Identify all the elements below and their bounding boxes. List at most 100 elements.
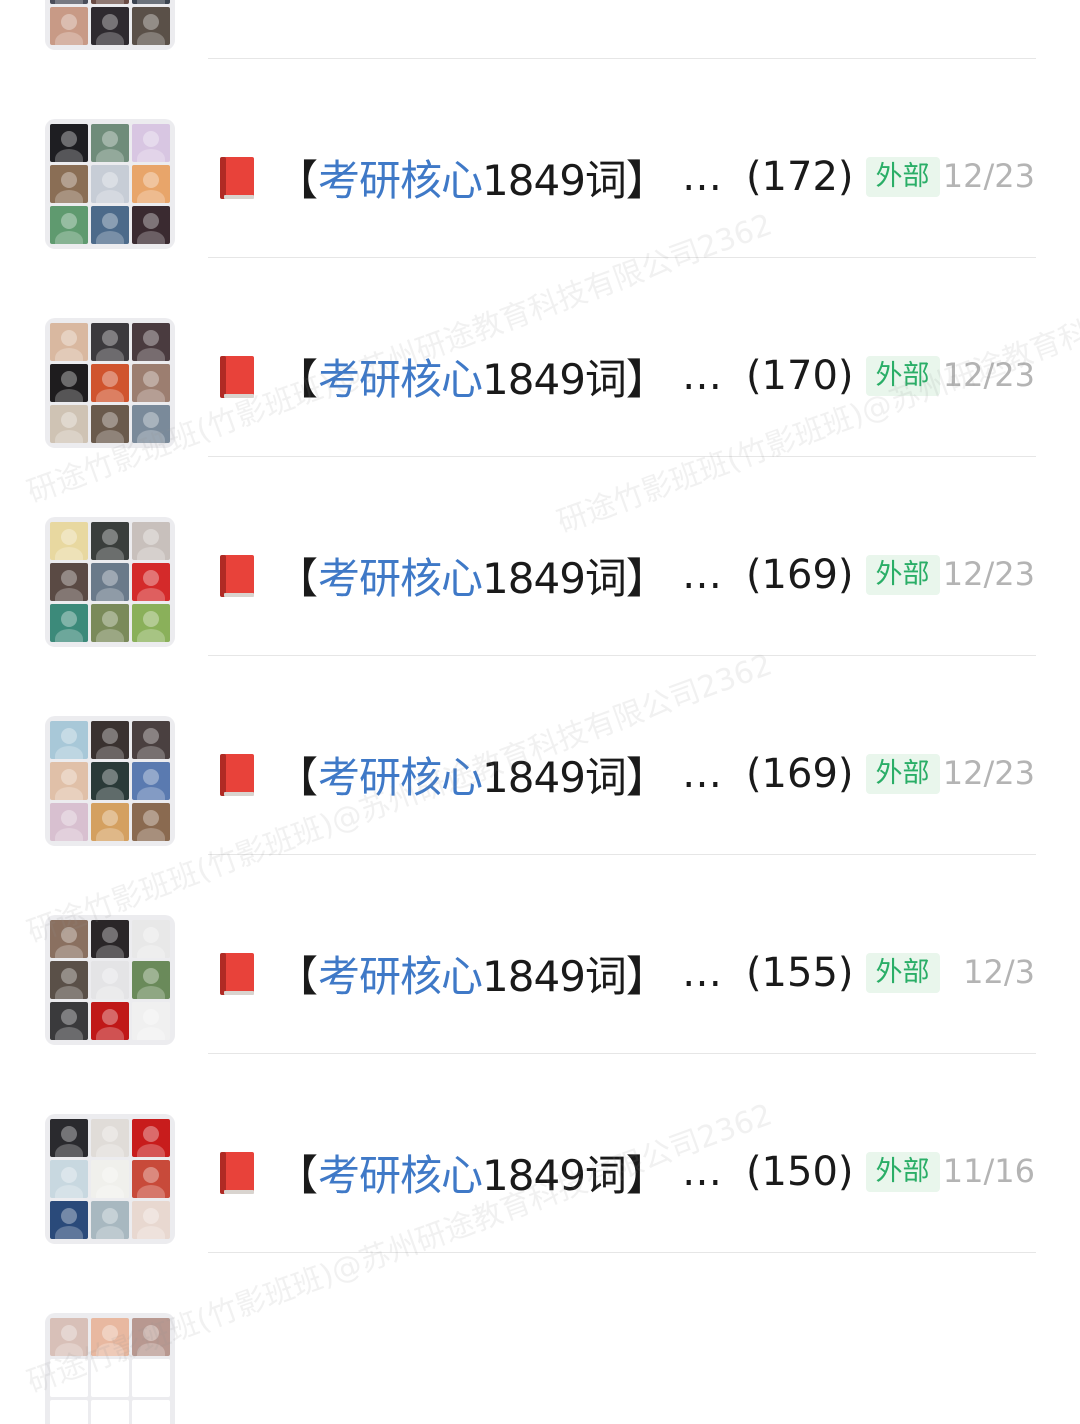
group-avatar[interactable]	[45, 119, 175, 249]
group-avatar[interactable]	[45, 1114, 175, 1244]
chat-row[interactable]: 【考研核心 1849词】 … (150) 外部 11/16	[0, 1054, 1080, 1253]
member-avatar-tile	[91, 1119, 129, 1157]
book-icon	[216, 155, 256, 201]
member-avatar-tile	[91, 803, 129, 841]
member-count: (155)	[745, 950, 854, 996]
member-avatar-tile	[132, 721, 170, 759]
member-count: (169)	[745, 552, 854, 598]
chat-row[interactable]: 【考研核心 1849词】 … (155) 外部 12/3	[0, 855, 1080, 1054]
chat-title: 【考研核心 1849词】 … (155) 外部	[276, 947, 940, 1001]
member-avatar-tile	[132, 920, 170, 958]
member-avatar-tile	[50, 0, 88, 4]
member-avatar-tile	[50, 323, 88, 361]
chat-row[interactable]: 【考研核心 1849词】 … (169) 外部 12/23	[0, 457, 1080, 656]
title-open-bracket: 【	[276, 354, 319, 404]
title-keyword: 考研核心	[318, 553, 483, 603]
member-avatar-tile	[91, 1318, 129, 1356]
external-tag: 外部	[865, 157, 940, 197]
member-avatar-tile	[91, 721, 129, 759]
member-avatar-tile	[91, 522, 129, 560]
member-avatar-tile	[91, 1160, 129, 1198]
title-word-count: 1849词	[482, 354, 627, 404]
member-avatar-tile	[91, 1359, 129, 1397]
chat-title: 【考研核心 1849词】 … (170) 外部	[276, 350, 940, 404]
member-avatar-tile	[50, 1002, 88, 1040]
member-avatar-tile	[50, 405, 88, 443]
member-avatar-tile	[132, 364, 170, 402]
member-avatar-tile	[132, 1359, 170, 1397]
member-avatar-tile	[91, 762, 129, 800]
group-avatar[interactable]	[45, 1313, 175, 1424]
member-avatar-tile	[91, 1002, 129, 1040]
book-icon	[216, 951, 256, 997]
chat-date: 12/3	[963, 953, 1035, 991]
member-avatar-tile	[50, 961, 88, 999]
title-ellipsis: …	[681, 950, 724, 996]
book-icon	[216, 553, 256, 599]
title-ellipsis: …	[682, 0, 724, 1]
title-close-bracket: 】	[625, 752, 668, 802]
chat-title: 【考研核心 1849词】 … (169) 外部	[276, 748, 940, 802]
chat-row[interactable]: 【考研核心1849词】…(30)外部星期二	[0, 0, 1080, 59]
chat-row[interactable]: 【考研核心 1849词】 … (172) 外部 12/23	[0, 59, 1080, 258]
title-close-bracket: 】	[625, 553, 668, 603]
member-avatar-tile	[50, 1359, 88, 1397]
member-avatar-tile	[132, 1119, 170, 1157]
member-avatar-tile	[91, 920, 129, 958]
member-avatar-tile	[91, 323, 129, 361]
member-count: (150)	[745, 1149, 854, 1195]
title-open-bracket: 【	[276, 1150, 319, 1200]
member-avatar-tile	[91, 405, 129, 443]
member-avatar-tile	[50, 124, 88, 162]
chat-row[interactable]: 【考研核心 1849词】 … (169) 外部 12/23	[0, 656, 1080, 855]
member-avatar-tile	[91, 165, 129, 203]
member-avatar-tile	[132, 323, 170, 361]
title-close-bracket: 】	[625, 155, 668, 205]
group-avatar[interactable]	[45, 517, 175, 647]
chat-title: 【考研核心 1849词】 … (172) 外部	[276, 151, 940, 205]
group-avatar[interactable]	[45, 716, 175, 846]
title-word-count: 1849词	[482, 0, 627, 9]
chat-row[interactable]: 【考研核心 1849词】 … (170) 外部 12/23	[0, 258, 1080, 457]
group-avatar[interactable]	[45, 915, 175, 1045]
member-avatar-tile	[50, 206, 88, 244]
member-avatar-tile	[91, 1201, 129, 1239]
member-avatar-tile	[132, 0, 170, 4]
member-count: (30)	[746, 0, 828, 1]
group-avatar[interactable]	[45, 318, 175, 448]
member-avatar-tile	[132, 961, 170, 999]
title-ellipsis: …	[681, 353, 724, 399]
title-keyword: 考研核心	[318, 155, 483, 205]
external-tag: 外部	[865, 754, 940, 794]
member-avatar-tile	[91, 0, 129, 4]
member-avatar-tile	[50, 721, 88, 759]
member-count: (170)	[745, 353, 854, 399]
book-icon	[216, 1150, 256, 1196]
member-avatar-tile	[132, 1160, 170, 1198]
title-keyword: 考研核心	[318, 0, 483, 9]
title-keyword: 考研核心	[318, 951, 483, 1001]
book-icon	[216, 752, 256, 798]
chat-title: 【考研核心 1849词】 … (150) 外部	[276, 1146, 940, 1200]
member-avatar-tile	[132, 563, 170, 601]
group-avatar[interactable]	[45, 0, 175, 50]
member-avatar-tile	[91, 1400, 129, 1424]
member-avatar-tile	[132, 1318, 170, 1356]
chat-date: 星期二	[939, 0, 1035, 4]
chat-row[interactable]	[0, 1253, 1080, 1424]
member-avatar-tile	[132, 1201, 170, 1239]
member-count: (169)	[745, 751, 854, 797]
title-ellipsis: …	[681, 154, 724, 200]
book-icon	[216, 0, 256, 2]
member-avatar-tile	[132, 762, 170, 800]
member-avatar-tile	[50, 1318, 88, 1356]
member-avatar-tile	[132, 1400, 170, 1424]
title-word-count: 1849词	[482, 951, 627, 1001]
external-tag: 外部	[865, 555, 940, 595]
chat-title: 【考研核心1849词】…(30)外部	[276, 0, 914, 6]
title-word-count: 1849词	[482, 155, 627, 205]
member-avatar-tile	[91, 961, 129, 999]
chat-date: 12/23	[942, 754, 1035, 792]
title-keyword: 考研核心	[318, 752, 483, 802]
member-avatar-tile	[91, 604, 129, 642]
